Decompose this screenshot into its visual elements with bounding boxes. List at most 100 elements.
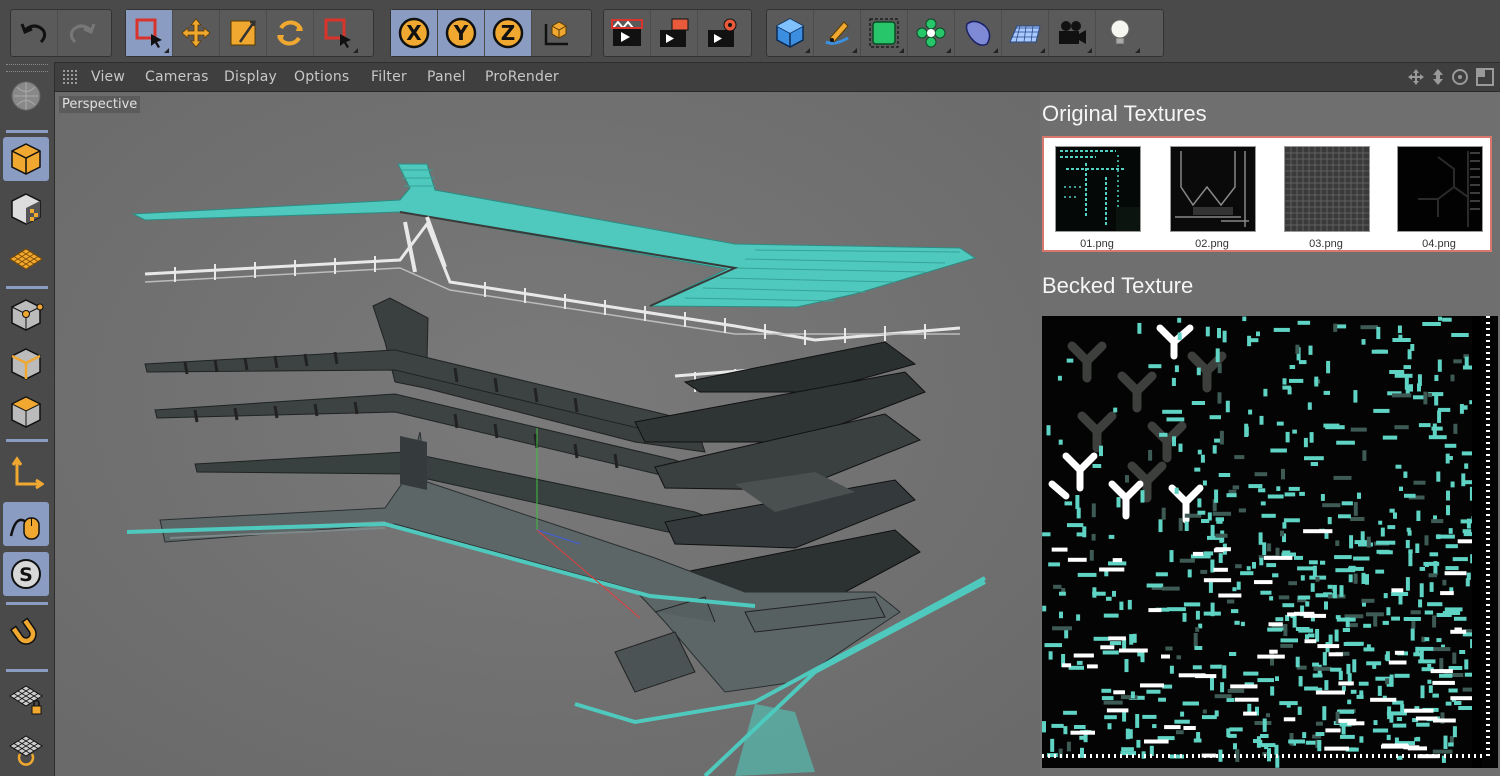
viewport-menubar: View Cameras Display Options Filter Pane…: [55, 63, 1500, 92]
object-group: [766, 9, 1164, 57]
model-mode-button[interactable]: [3, 137, 49, 181]
rotate-view-icon[interactable]: [1452, 69, 1468, 85]
toggle-layout-icon[interactable]: [1476, 68, 1494, 86]
deformer-icon: [965, 20, 991, 46]
toolbar-grip[interactable]: [6, 64, 48, 72]
magnet-icon: [9, 617, 37, 645]
menu-options[interactable]: Options: [294, 69, 349, 85]
menu-panel[interactable]: Panel: [427, 69, 466, 85]
perspective-viewport[interactable]: Perspective: [55, 92, 1040, 776]
cube-button[interactable]: [767, 10, 814, 56]
x-axis-label: X: [406, 21, 422, 45]
cloner-button[interactable]: [908, 10, 955, 56]
camera-icon: [1059, 21, 1086, 44]
render-settings-button[interactable]: [698, 10, 745, 56]
viewport-grip-icon[interactable]: [63, 70, 77, 84]
subdivision-icon: [869, 18, 899, 48]
render-view-button[interactable]: [604, 10, 651, 56]
render-picture-viewer-button[interactable]: [651, 10, 698, 56]
rotate-icon: [277, 20, 303, 46]
mode-toolbar: S: [0, 62, 55, 776]
thumbnail-03-caption: 03.png: [1309, 238, 1343, 250]
axis-mode-icon: [11, 456, 44, 490]
locked-workplane-button[interactable]: [3, 676, 49, 720]
coordinate-system-button[interactable]: [532, 10, 579, 56]
thumbnail-02-caption: 02.png: [1195, 238, 1229, 250]
light-button[interactable]: [1096, 10, 1143, 56]
axis-group: X Y Z: [390, 9, 592, 57]
scale-button[interactable]: [220, 10, 267, 56]
workplane-mode-button[interactable]: [3, 237, 49, 281]
move-button[interactable]: [173, 10, 220, 56]
edges-icon: [11, 348, 41, 380]
thumbnail-strip: 01.png 02.png 03.png 04.png: [1042, 136, 1492, 252]
planar-workplane-button[interactable]: [3, 726, 49, 770]
workplane-icon: [9, 248, 43, 270]
menu-display[interactable]: Display: [224, 69, 277, 85]
undo-icon: [20, 23, 47, 44]
thumbnail-03[interactable]: [1284, 146, 1370, 232]
texture-01-preview: [1056, 147, 1140, 231]
snap-button[interactable]: S: [3, 552, 49, 596]
y-axis-button[interactable]: Y: [438, 10, 485, 56]
scene-render: [55, 92, 1040, 776]
texture-cube-icon: [11, 193, 41, 225]
z-axis-icon: Z: [492, 17, 524, 49]
menu-view[interactable]: View: [91, 69, 125, 85]
baked-texture-title: Becked Texture: [1042, 273, 1194, 298]
menu-prorender[interactable]: ProRender: [485, 69, 559, 85]
recent-tool-icon: [324, 18, 351, 48]
render-settings-icon: [707, 18, 736, 47]
floor-button[interactable]: [1002, 10, 1049, 56]
cube-icon: [776, 18, 804, 48]
main-toolbar: X Y Z: [0, 0, 1500, 63]
make-editable-button[interactable]: [3, 74, 49, 118]
menu-cameras[interactable]: Cameras: [145, 69, 209, 85]
y-axis-icon: Y: [445, 17, 477, 49]
texture-02-preview: [1171, 147, 1255, 231]
enable-snap-button[interactable]: [3, 612, 49, 656]
light-icon: [1110, 19, 1129, 47]
points-mode-button[interactable]: [3, 293, 49, 337]
thumbnail-04[interactable]: [1397, 146, 1483, 232]
render-view-icon: [611, 19, 643, 46]
recent-tool-button[interactable]: [314, 10, 361, 56]
texture-mode-button[interactable]: [3, 187, 49, 231]
planar-workplane-icon: [9, 735, 43, 766]
menu-filter[interactable]: Filter: [371, 69, 407, 85]
subdivision-button[interactable]: [861, 10, 908, 56]
tweak-mouse-icon: [9, 517, 40, 540]
snap-s-icon: S: [11, 559, 41, 589]
coordinate-system-icon: [544, 21, 568, 46]
thumbnail-04-caption: 04.png: [1422, 238, 1456, 250]
axis-mode-button[interactable]: [3, 452, 49, 496]
baked-texture-preview[interactable]: [1042, 316, 1498, 768]
pan-view-icon[interactable]: [1408, 69, 1424, 85]
camera-button[interactable]: [1049, 10, 1096, 56]
original-textures-title: Original Textures: [1042, 101, 1207, 126]
y-axis-label: Y: [453, 21, 469, 45]
points-icon: [11, 299, 44, 331]
tweak-mode-button[interactable]: [3, 502, 49, 546]
model-cube-icon: [11, 143, 41, 175]
viewport-label[interactable]: Perspective: [59, 96, 141, 113]
cloner-icon: [916, 18, 946, 48]
polygons-icon: [10, 396, 42, 428]
move-icon: [181, 18, 211, 48]
undo-button[interactable]: [11, 10, 58, 56]
thumbnail-01[interactable]: [1055, 146, 1141, 232]
zoom-view-icon[interactable]: [1433, 69, 1443, 85]
z-axis-button[interactable]: Z: [485, 10, 532, 56]
x-axis-button[interactable]: X: [391, 10, 438, 56]
undo-redo-group: [10, 9, 112, 57]
deformer-button[interactable]: [955, 10, 1002, 56]
render-group: [603, 9, 752, 57]
svg-text:S: S: [19, 564, 33, 586]
pen-button[interactable]: [814, 10, 861, 56]
live-selection-button[interactable]: [126, 10, 173, 56]
polygons-mode-button[interactable]: [3, 390, 49, 434]
rotate-button[interactable]: [267, 10, 314, 56]
thumbnail-02[interactable]: [1170, 146, 1256, 232]
edges-mode-button[interactable]: [3, 342, 49, 386]
redo-button[interactable]: [58, 10, 105, 56]
